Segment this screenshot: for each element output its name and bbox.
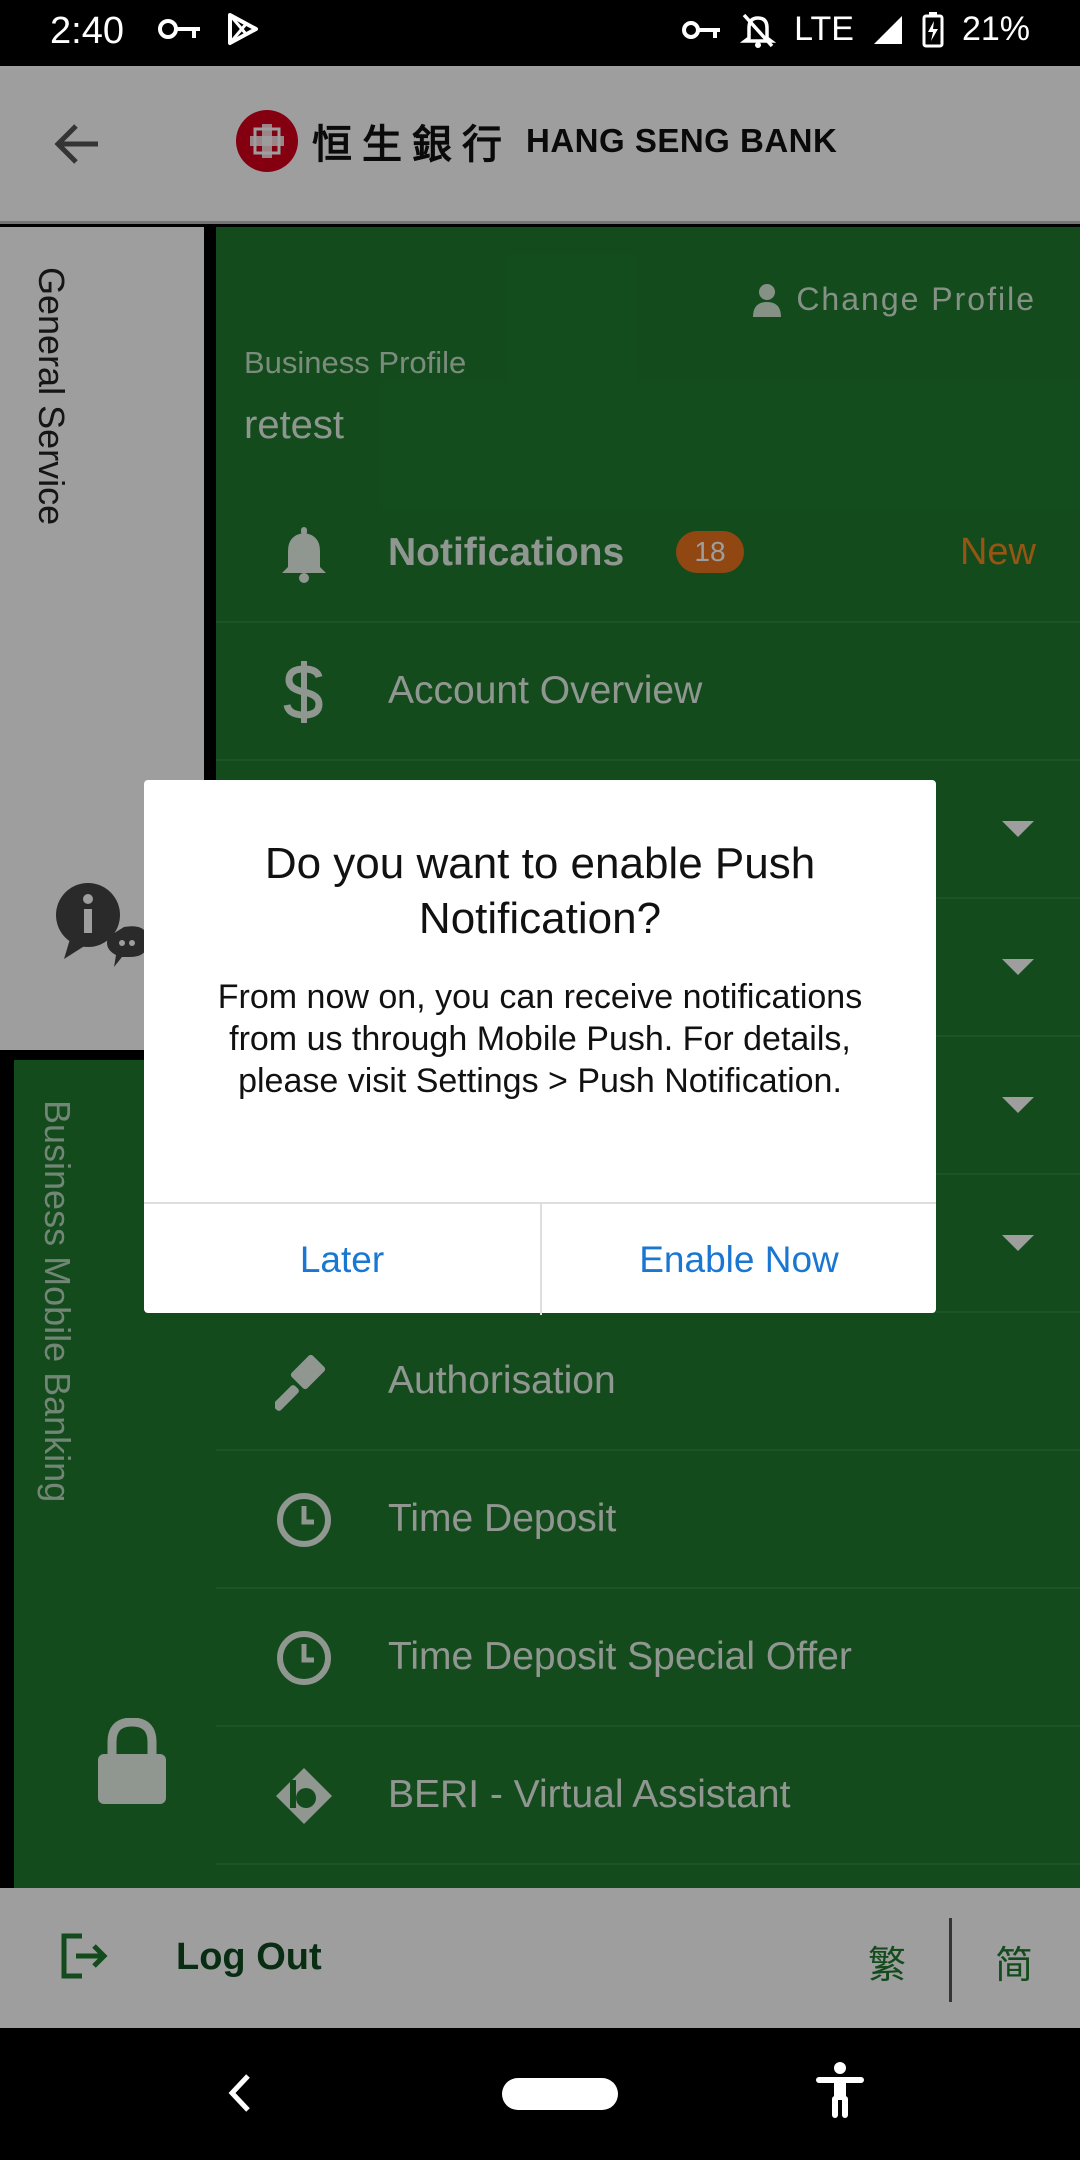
status-bar: 2:40 LTE 21% <box>0 0 1080 66</box>
vpn-key-icon-right <box>682 20 721 39</box>
play-store-icon <box>228 13 258 45</box>
battery-percent: 21% <box>961 10 1030 48</box>
dialog-title: Do you want to enable Push Notification? <box>264 839 816 943</box>
system-nav-bar <box>0 2028 1080 2160</box>
vpn-key-icon <box>158 19 200 39</box>
battery-charging-icon <box>922 11 944 47</box>
status-right-icons: LTE 21% <box>682 10 1030 49</box>
status-time: 2:40 <box>50 10 124 52</box>
nav-back-icon[interactable] <box>222 2066 256 2120</box>
dialog-actions: Later Enable Now <box>144 1202 936 1315</box>
screen: 2:40 LTE 21% 恒生銀行 HANG SENG BANK General… <box>0 0 1080 2160</box>
status-left-icons <box>158 12 260 46</box>
enable-now-button[interactable]: Enable Now <box>542 1204 936 1315</box>
signal-icon <box>873 15 902 44</box>
nav-home-pill[interactable] <box>502 2078 618 2110</box>
dialog-message: From now on, you can receive notificatio… <box>217 978 863 1100</box>
push-notification-dialog: Do you want to enable Push Notification?… <box>144 780 936 1315</box>
network-type: LTE <box>794 10 854 48</box>
later-button[interactable]: Later <box>144 1204 540 1315</box>
accessibility-icon[interactable] <box>812 2060 868 2120</box>
notifications-off-icon <box>740 13 777 48</box>
